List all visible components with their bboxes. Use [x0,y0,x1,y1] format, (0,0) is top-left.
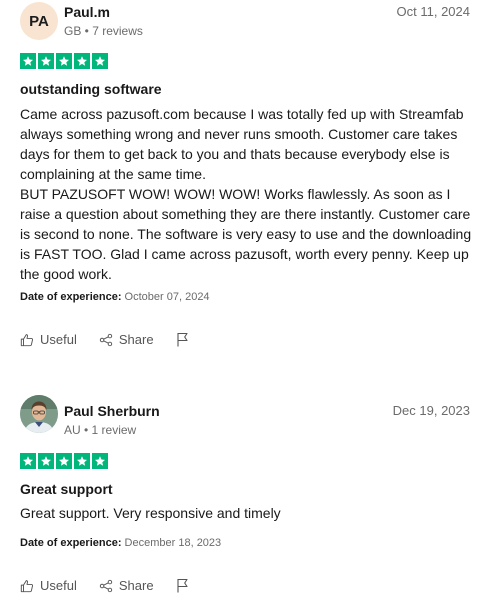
thumbs-up-icon [20,579,34,592]
useful-label: Useful [40,332,77,347]
star-icon [20,453,36,469]
report-flag-button[interactable] [176,332,190,347]
date-of-experience: Date of experience: October 07, 2024 [20,291,210,303]
reviewer-meta: GB • 7 reviews [64,24,143,38]
avatar[interactable] [20,395,58,433]
star-icon [38,53,54,69]
star-icon [74,453,90,469]
reviewer-meta: AU • 1 review [64,423,137,437]
date-of-experience-value: October 07, 2024 [124,291,210,303]
star-rating [20,453,108,469]
thumbs-up-icon [20,333,34,346]
useful-label: Useful [40,578,77,593]
avatar[interactable]: PA [20,2,58,40]
review-card: PA Paul.m GB • 7 reviews Oct 11, 2024 ou… [0,0,500,360]
useful-button[interactable]: Useful [20,578,77,593]
share-icon [99,579,113,592]
star-icon [56,53,72,69]
review-card: Paul Sherburn AU • 1 review Dec 19, 2023… [0,393,500,601]
star-rating [20,53,108,69]
review-actions: Useful Share [20,578,190,593]
share-button[interactable]: Share [99,578,154,593]
review-title[interactable]: outstanding software [20,81,162,97]
review-date: Dec 19, 2023 [392,403,470,418]
flag-icon [177,332,188,347]
share-label: Share [118,332,154,347]
date-of-experience-value: December 18, 2023 [124,537,222,549]
reviewer-name[interactable]: Paul Sherburn [64,403,160,419]
date-of-experience-label: Date of experience: [20,537,122,549]
profile-photo-icon [20,395,58,433]
review-body: Came across pazusoft.com because I was t… [20,106,472,282]
star-icon [92,53,108,69]
share-icon [99,333,113,346]
date-of-experience: Date of experience: December 18, 2023 [20,537,221,549]
star-icon [92,453,108,469]
useful-button[interactable]: Useful [20,332,77,347]
review-date: Oct 11, 2024 [396,4,470,19]
report-flag-button[interactable] [176,578,190,593]
share-label: Share [118,578,154,593]
star-icon [74,53,90,69]
flag-icon [177,578,188,593]
date-of-experience-label: Date of experience: [20,291,122,303]
review-body: Great support. Very responsive and timel… [20,505,281,521]
share-button[interactable]: Share [99,332,154,347]
review-title[interactable]: Great support [20,481,113,497]
star-icon [38,453,54,469]
star-icon [56,453,72,469]
reviewer-name[interactable]: Paul.m [64,4,110,20]
star-icon [20,53,36,69]
review-actions: Useful Share [20,332,190,347]
